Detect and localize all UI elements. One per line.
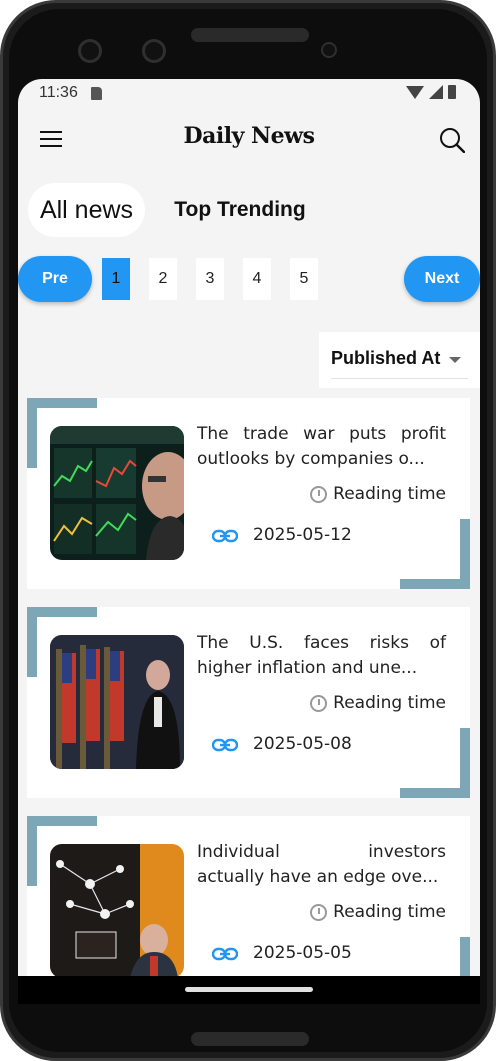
home-indicator[interactable]: [185, 987, 313, 992]
headline-line-1: The trade war puts profit: [197, 424, 446, 444]
page-5-button[interactable]: 5: [290, 258, 318, 300]
article-date: 2025-05-08: [253, 734, 352, 754]
page-1-button[interactable]: 1: [102, 258, 130, 300]
front-sensor: [142, 39, 166, 63]
app-bar: Daily News: [18, 107, 480, 173]
corner-accent: [27, 398, 97, 408]
timer-icon: [310, 485, 328, 503]
front-camera: [78, 39, 102, 63]
tab-top-trending[interactable]: Top Trending: [170, 183, 310, 237]
sort-dropdown[interactable]: Published At: [319, 332, 480, 388]
page-2-button[interactable]: 2: [149, 258, 177, 300]
system-nav-bar: [18, 976, 480, 1004]
page-3-button[interactable]: 3: [196, 258, 224, 300]
pagination: Pre 1 2 3 4 5 Next: [18, 255, 480, 305]
article-thumbnail: [50, 635, 184, 769]
status-bar: 11:36: [18, 79, 480, 107]
sort-label: Published At: [331, 348, 441, 368]
dropdown-caret-icon: [449, 357, 461, 363]
signal-icon: [429, 85, 443, 99]
reading-time: Reading time: [310, 484, 446, 504]
headline-line-1: The U.S. faces risks of: [197, 633, 446, 653]
wifi-icon: [406, 85, 424, 99]
app-title: Daily News: [183, 123, 315, 149]
timer-icon: [310, 903, 328, 921]
article-card[interactable]: The U.S. faces risks of higher inflation…: [27, 607, 470, 798]
next-page-button[interactable]: Next: [404, 256, 480, 302]
headline-line-2: actually have an edge ove...: [197, 867, 439, 887]
article-date: 2025-05-12: [253, 525, 352, 545]
article-headline: Individual investors actually have an ed…: [197, 840, 446, 890]
phone-frame: 11:36 Daily News All news Top Trending P…: [0, 0, 496, 1061]
link-icon[interactable]: [212, 947, 238, 961]
link-icon[interactable]: [212, 529, 238, 543]
headline-line-1: Individual investors: [197, 842, 446, 862]
app-screen: 11:36 Daily News All news Top Trending P…: [18, 79, 480, 1004]
reading-time-label: Reading time: [333, 902, 446, 922]
previous-page-button[interactable]: Pre: [18, 256, 92, 302]
search-icon[interactable]: [439, 127, 465, 153]
proximity-sensor: [321, 42, 337, 58]
corner-accent: [460, 519, 470, 589]
dropdown-underline: [331, 378, 468, 379]
battery-icon: [448, 85, 456, 99]
article-thumbnail: [50, 426, 184, 560]
reading-time: Reading time: [310, 902, 446, 922]
headline-line-2: higher inflation and une...: [197, 658, 418, 678]
reading-time: Reading time: [310, 693, 446, 713]
sd-card-icon: [91, 87, 102, 100]
timer-icon: [310, 694, 328, 712]
earpiece-speaker: [191, 28, 309, 42]
corner-accent: [27, 607, 37, 677]
bottom-speaker: [191, 1032, 309, 1046]
corner-accent: [27, 607, 97, 617]
page-4-button[interactable]: 4: [243, 258, 271, 300]
reading-time-label: Reading time: [333, 484, 446, 504]
corner-accent: [27, 816, 97, 826]
corner-accent: [460, 728, 470, 798]
status-icons: [406, 85, 456, 99]
status-time: 11:36: [39, 84, 78, 101]
article-card[interactable]: The trade war puts profit outlooks by co…: [27, 398, 470, 589]
headline-line-2: outlooks by companies o...: [197, 449, 425, 469]
article-headline: The trade war puts profit outlooks by co…: [197, 422, 446, 472]
link-icon[interactable]: [212, 738, 238, 752]
reading-time-label: Reading time: [333, 693, 446, 713]
article-headline: The U.S. faces risks of higher inflation…: [197, 631, 446, 681]
article-date: 2025-05-05: [253, 943, 352, 963]
article-thumbnail: [50, 844, 184, 978]
corner-accent: [27, 816, 37, 886]
tab-all-news[interactable]: All news: [28, 183, 145, 237]
corner-accent: [27, 398, 37, 468]
